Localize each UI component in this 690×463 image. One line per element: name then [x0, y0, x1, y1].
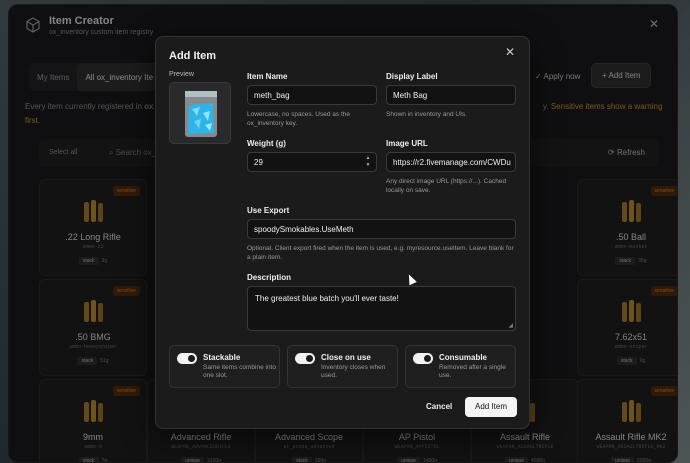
- image-url-label: Image URL: [386, 139, 428, 148]
- stackable-title: Stackable: [203, 353, 241, 362]
- add-item-modal: Add Item ✕ Preview Item Name meth_bag Lo…: [155, 36, 530, 429]
- display-label-label: Display Label: [386, 72, 438, 81]
- image-url-help: Any direct image URL (https://...). Cach…: [386, 178, 507, 194]
- consumable-switch[interactable]: [413, 353, 433, 364]
- close-on-use-switch[interactable]: [295, 353, 315, 364]
- consumable-title: Consumable: [439, 353, 488, 362]
- switch-knob: [188, 355, 195, 362]
- preview-label: Preview: [169, 71, 194, 78]
- description-value: The greatest blue batch you'll ever tast…: [255, 294, 399, 303]
- weight-stepper[interactable]: ▲ ▼: [364, 155, 372, 169]
- consumable-desc: Removed after a single use.: [439, 364, 506, 379]
- switch-knob: [424, 355, 431, 362]
- close-icon[interactable]: ✕: [503, 45, 517, 59]
- use-export-label: Use Export: [247, 206, 290, 215]
- use-export-input[interactable]: spoodySmokables.UseMeth: [247, 219, 516, 239]
- display-label-input[interactable]: Meth Bag: [386, 85, 516, 105]
- weight-value: 29: [254, 158, 263, 167]
- description-label: Description: [247, 273, 292, 282]
- item-name-help: Lowercase, no spaces. Used as the ox_inv…: [247, 111, 350, 127]
- resize-handle-icon[interactable]: ◢: [508, 322, 513, 329]
- use-export-help: Optional. Client export fired when the i…: [247, 245, 514, 261]
- stackable-desc: Same items combine into one slot.: [203, 364, 276, 379]
- item-name-input[interactable]: meth_bag: [247, 85, 377, 105]
- close-on-use-desc: Inventory closes when used.: [321, 364, 386, 379]
- item-name-label: Item Name: [247, 72, 288, 81]
- item-preview-image: [169, 82, 231, 144]
- stackable-toggle-card[interactable]: Stackable Same items combine into one sl…: [169, 345, 280, 388]
- image-url-input[interactable]: https://r2.fivemanage.com/CWDu: [386, 152, 516, 172]
- close-on-use-title: Close on use: [321, 353, 371, 362]
- close-on-use-toggle-card[interactable]: Close on use Inventory closes when used.: [287, 345, 398, 388]
- description-textarea[interactable]: The greatest blue batch you'll ever tast…: [247, 286, 516, 331]
- consumable-toggle-card[interactable]: Consumable Removed after a single use.: [405, 345, 516, 388]
- meth-bag-image: [185, 91, 217, 137]
- stackable-switch[interactable]: [177, 353, 197, 364]
- modal-title: Add Item: [169, 50, 217, 62]
- weight-label: Weight (g): [247, 139, 286, 148]
- cancel-button[interactable]: Cancel: [420, 397, 458, 416]
- submit-add-item-button[interactable]: Add Item: [465, 397, 517, 417]
- switch-knob: [306, 355, 313, 362]
- display-label-help: Shown in inventory and UIs.: [386, 111, 467, 118]
- weight-input[interactable]: 29 ▲ ▼: [247, 152, 377, 172]
